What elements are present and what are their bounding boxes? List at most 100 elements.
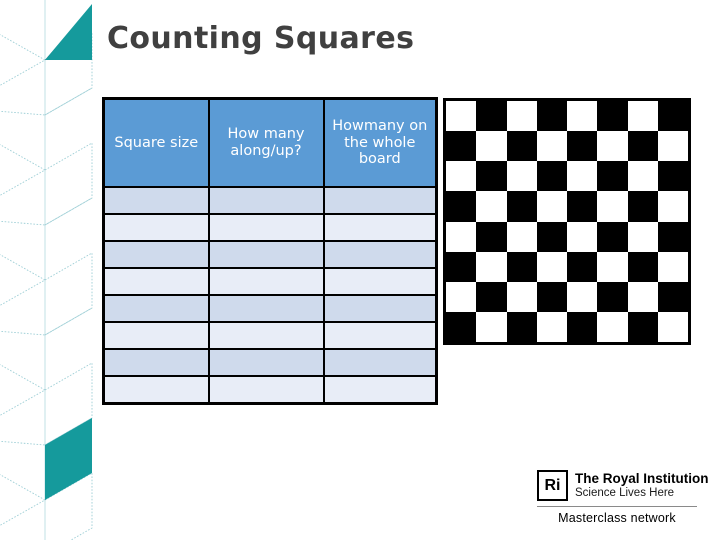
table-row[interactable] [102, 294, 438, 323]
chessboard-square [446, 251, 477, 282]
chessboard-square [506, 131, 537, 162]
chessboard-square [476, 101, 507, 132]
column-header-how-many-along: How many along/up? [207, 97, 325, 188]
chessboard-square [446, 161, 477, 192]
chessboard-square [536, 161, 567, 192]
chessboard-square [597, 131, 628, 162]
chessboard-square [506, 251, 537, 282]
chessboard-square [536, 311, 567, 342]
chessboard-square [506, 191, 537, 222]
table-row[interactable] [102, 186, 438, 215]
chessboard-square [446, 281, 477, 312]
chessboard-square [627, 221, 658, 252]
chessboard-square [446, 221, 477, 252]
cell-square-size[interactable] [102, 321, 210, 350]
chessboard-square [536, 281, 567, 312]
chessboard-square [536, 221, 567, 252]
chessboard-square [627, 191, 658, 222]
cell-how-many-whole-board[interactable] [322, 186, 438, 215]
cell-how-many-whole-board[interactable] [322, 213, 438, 242]
cell-how-many-whole-board[interactable] [322, 375, 438, 405]
chessboard-square [657, 101, 688, 132]
cell-how-many-along[interactable] [207, 375, 325, 405]
chessboard-square [567, 281, 598, 312]
chessboard-square [627, 311, 658, 342]
table-body [102, 186, 438, 405]
chessboard-square [657, 161, 688, 192]
chessboard-square [657, 311, 688, 342]
chessboard-square [597, 311, 628, 342]
chessboard-square [657, 251, 688, 282]
cell-square-size[interactable] [102, 294, 210, 323]
cell-how-many-whole-board[interactable] [322, 321, 438, 350]
cell-how-many-whole-board[interactable] [322, 348, 438, 377]
table-row[interactable] [102, 321, 438, 350]
table-row[interactable] [102, 375, 438, 405]
cell-how-many-along[interactable] [207, 213, 325, 242]
chessboard-square [657, 131, 688, 162]
cell-how-many-whole-board[interactable] [322, 240, 438, 269]
cell-square-size[interactable] [102, 240, 210, 269]
cell-square-size[interactable] [102, 213, 210, 242]
teal-triangle-full [46, 5, 92, 60]
table-row[interactable] [102, 240, 438, 269]
teal-triangle-lower [46, 5, 92, 60]
table-header-row: Square size How many along/up? Howmany o… [102, 97, 438, 188]
cell-how-many-whole-board[interactable] [322, 294, 438, 323]
table-row[interactable] [102, 267, 438, 296]
teal-triangle-main [45, 4, 92, 60]
chessboard-square [476, 221, 507, 252]
cell-how-many-along[interactable] [207, 240, 325, 269]
chessboard-square [597, 251, 628, 282]
chessboard-square [567, 191, 598, 222]
table-row[interactable] [102, 213, 438, 242]
chessboard-square [536, 131, 567, 162]
chessboard-square [657, 191, 688, 222]
cell-square-size[interactable] [102, 348, 210, 377]
chessboard-square [446, 131, 477, 162]
royal-institution-logo: Ri The Royal Institution Science Lives H… [537, 470, 709, 525]
chessboard-square [506, 311, 537, 342]
cell-how-many-along[interactable] [207, 294, 325, 323]
page-title: Counting Squares [107, 21, 415, 56]
cell-how-many-along[interactable] [207, 321, 325, 350]
logo-top-row: Ri The Royal Institution Science Lives H… [537, 470, 709, 501]
logo-tagline: Science Lives Here [575, 486, 675, 499]
chessboard-square [536, 101, 567, 132]
teal-parallelogram [45, 418, 92, 500]
counting-squares-table: Square size How many along/up? Howmany o… [102, 97, 438, 405]
chessboard-square [657, 221, 688, 252]
cell-how-many-along[interactable] [207, 348, 325, 377]
chessboard-square [567, 311, 598, 342]
chessboard-square [506, 101, 537, 132]
chessboard-square [506, 281, 537, 312]
chessboard-square [567, 101, 598, 132]
chessboard-square [476, 191, 507, 222]
cell-square-size[interactable] [102, 267, 210, 296]
cell-square-size[interactable] [102, 186, 210, 215]
chessboard-square [597, 101, 628, 132]
column-header-how-many-whole-board: Howmany on the whole board [322, 97, 438, 188]
chessboard-square [476, 251, 507, 282]
cell-how-many-along[interactable] [207, 186, 325, 215]
chessboard-square [627, 161, 658, 192]
logo-organisation-name: The Royal Institution [575, 471, 709, 487]
ri-monogram: Ri [537, 470, 568, 501]
chessboard-square [567, 161, 598, 192]
chessboard-square [536, 191, 567, 222]
chessboard-square [597, 281, 628, 312]
chessboard-square [657, 281, 688, 312]
table-row[interactable] [102, 348, 438, 377]
chessboard-square [536, 251, 567, 282]
chessboard-square [476, 311, 507, 342]
logo-divider [537, 506, 697, 507]
chessboard-square [597, 191, 628, 222]
chessboard-square [446, 311, 477, 342]
teal-triangle-shape [46, 5, 92, 60]
chessboard-square [476, 131, 507, 162]
chessboard-square [627, 281, 658, 312]
cell-how-many-along[interactable] [207, 267, 325, 296]
cell-how-many-whole-board[interactable] [322, 267, 438, 296]
cell-square-size[interactable] [102, 375, 210, 405]
chessboard-square [476, 161, 507, 192]
